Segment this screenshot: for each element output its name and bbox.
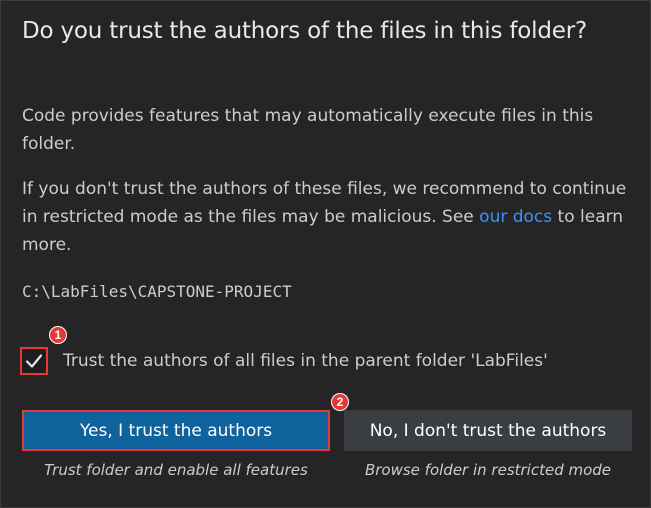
trust-parent-checkbox-label[interactable]: Trust the authors of all files in the pa… [63,351,548,371]
step-badge-2: 2 [331,393,349,411]
trust-parent-checkbox[interactable] [20,347,48,375]
docs-link[interactable]: our docs [479,207,552,227]
trust-button-caption: Trust folder and enable all features [44,461,308,479]
workspace-trust-dialog: Do you trust the authors of the files in… [0,0,651,508]
checkmark-icon [25,354,43,368]
folder-path: C:\LabFiles\CAPSTONE-PROJECT [22,282,292,301]
trust-parent-folder-option[interactable]: Trust the authors of all files in the pa… [20,345,548,377]
dialog-title: Do you trust the authors of the files in… [22,18,587,44]
dont-trust-authors-button[interactable]: No, I don't trust the authors [344,410,632,451]
description-paragraph: Code provides features that may automati… [22,106,594,154]
restricted-mode-caption: Browse folder in restricted mode [364,461,612,479]
trust-authors-button[interactable]: Yes, I trust the authors [22,410,330,451]
warning-paragraph: If you don't trust the authors of these … [22,175,632,259]
step-badge-1: 1 [49,326,67,344]
